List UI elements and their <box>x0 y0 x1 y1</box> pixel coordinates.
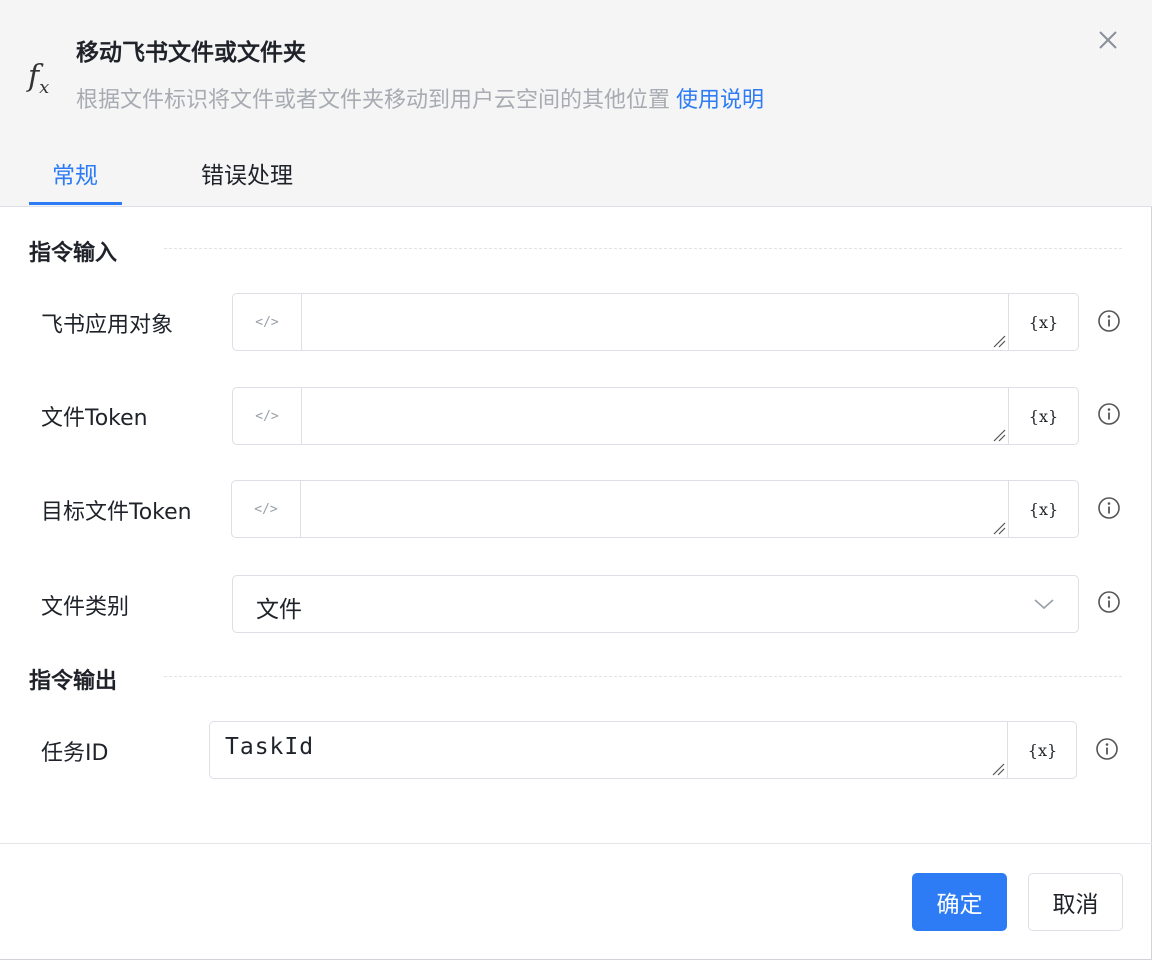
variable-button[interactable]: {x} <box>1008 481 1078 537</box>
section-divider <box>164 248 1122 249</box>
close-icon[interactable] <box>1094 26 1122 54</box>
field-label-target-token: 目标文件Token <box>41 500 192 525</box>
tab-error-handling[interactable]: 错误处理 <box>201 156 293 190</box>
file-token-field[interactable] <box>302 388 1008 444</box>
field-label-file-type: 文件类别 <box>41 595 130 620</box>
section-divider <box>164 676 1122 677</box>
info-icon[interactable] <box>1097 402 1121 426</box>
info-icon[interactable] <box>1097 496 1121 520</box>
fx-icon: fx <box>28 59 50 99</box>
dialog-description: 根据文件标识将文件或者文件夹移动到用户云空间的其他位置 使用说明 <box>76 82 764 114</box>
tab-general[interactable]: 常规 <box>52 156 98 190</box>
task-id-field[interactable]: TaskId <box>210 722 1007 778</box>
target-token-input: </> {x} <box>231 480 1079 538</box>
dialog-header: fx 移动飞书文件或文件夹 根据文件标识将文件或者文件夹移动到用户云空间的其他位… <box>0 0 1152 207</box>
resize-grip-icon[interactable] <box>992 521 1006 535</box>
feishu-app-input: </> {x} <box>232 293 1079 351</box>
resize-grip-icon[interactable] <box>991 762 1005 776</box>
code-mode-icon[interactable]: </> <box>233 294 302 350</box>
chevron-down-icon <box>1034 599 1054 610</box>
description-text: 根据文件标识将文件或者文件夹移动到用户云空间的其他位置 <box>76 88 671 113</box>
help-link[interactable]: 使用说明 <box>676 88 764 113</box>
field-label-feishu-app: 飞书应用对象 <box>41 313 174 338</box>
cancel-button[interactable]: 取消 <box>1028 873 1123 931</box>
file-token-input: </> {x} <box>232 387 1079 445</box>
variable-button[interactable]: {x} <box>1008 388 1078 444</box>
code-mode-icon[interactable]: </> <box>232 481 301 537</box>
move-feishu-file-dialog: fx 移动飞书文件或文件夹 根据文件标识将文件或者文件夹移动到用户云空间的其他位… <box>0 0 1152 960</box>
info-icon[interactable] <box>1095 737 1119 761</box>
dialog-title: 移动飞书文件或文件夹 <box>76 40 306 66</box>
file-type-select[interactable]: 文件 <box>232 575 1079 633</box>
file-type-selected-value: 文件 <box>256 597 302 623</box>
section-title-input: 指令输入 <box>29 241 118 266</box>
field-label-task-id: 任务ID <box>41 741 109 766</box>
section-title-output: 指令输出 <box>29 669 118 694</box>
active-tab-indicator <box>29 202 122 205</box>
info-icon[interactable] <box>1097 590 1121 614</box>
resize-grip-icon[interactable] <box>992 334 1006 348</box>
footer-divider <box>0 843 1152 844</box>
field-label-file-token: 文件Token <box>41 406 148 431</box>
target-token-field[interactable] <box>301 481 1008 537</box>
code-mode-icon[interactable]: </> <box>233 388 302 444</box>
variable-button[interactable]: {x} <box>1008 294 1078 350</box>
confirm-button[interactable]: 确定 <box>912 873 1007 931</box>
variable-button[interactable]: {x} <box>1007 722 1077 778</box>
task-id-input: TaskId {x} <box>209 721 1077 779</box>
info-icon[interactable] <box>1097 309 1121 333</box>
feishu-app-field[interactable] <box>302 294 1008 350</box>
resize-grip-icon[interactable] <box>992 428 1006 442</box>
